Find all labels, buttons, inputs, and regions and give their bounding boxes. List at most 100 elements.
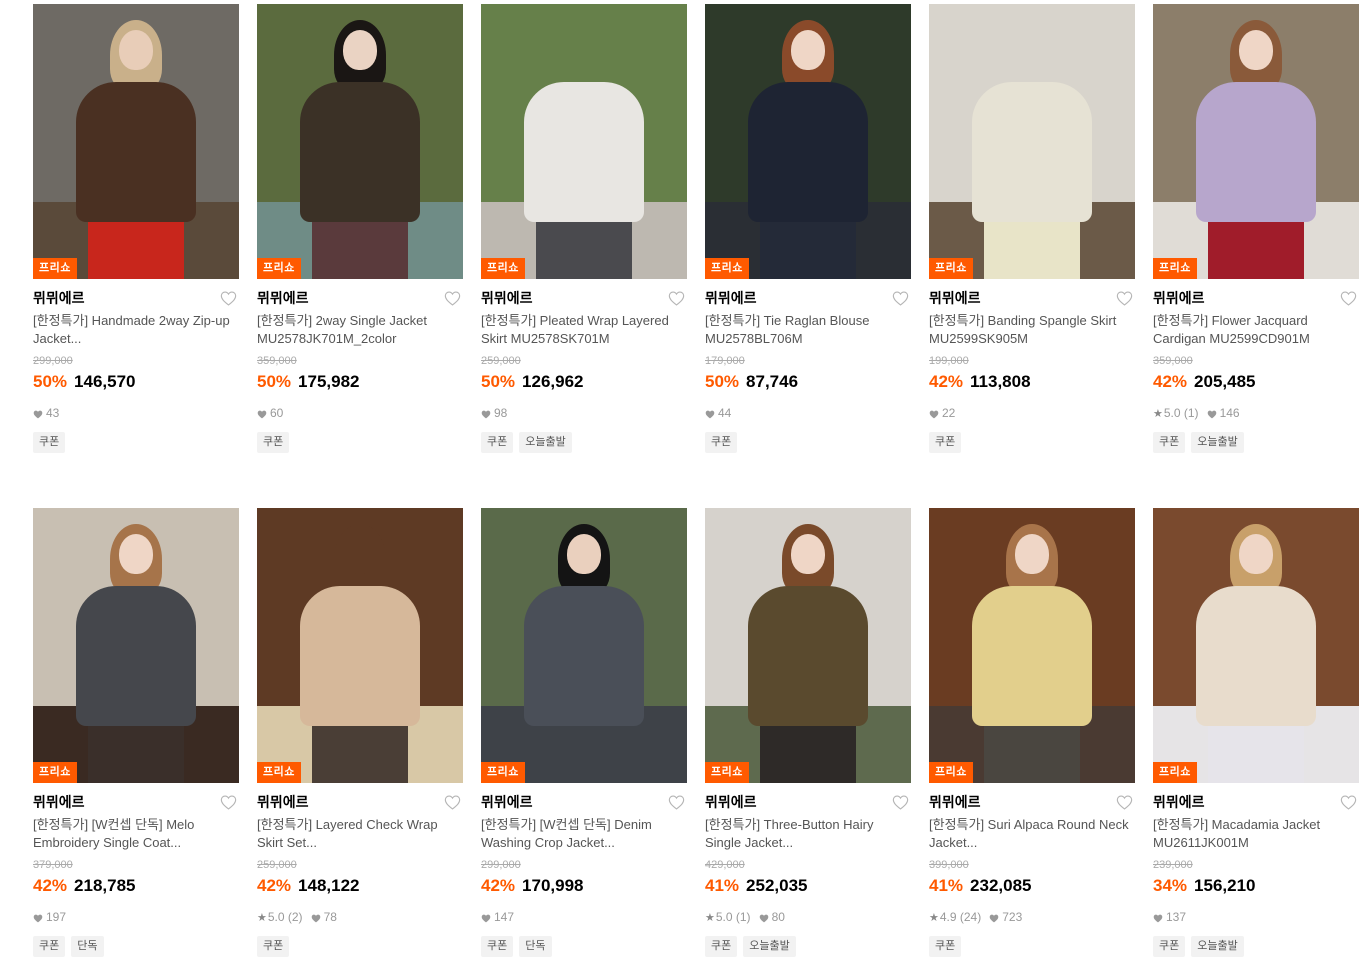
product-image[interactable]: 프리쇼 (929, 508, 1135, 783)
product-image[interactable]: 프리쇼 (1153, 4, 1359, 279)
brand-name[interactable]: 뮈뮈에르 (33, 288, 85, 308)
like-count-heart-icon (1207, 408, 1217, 419)
brand-name[interactable]: 뮈뮈에르 (929, 792, 981, 812)
review-meta: 44 (705, 406, 911, 420)
brand-name[interactable]: 뮈뮈에르 (1153, 288, 1205, 308)
discount-rate: 50% (33, 372, 68, 391)
product-title[interactable]: [한정특가] Three-Button Hairy Single Jacket.… (705, 816, 911, 852)
brand-name[interactable]: 뮈뮈에르 (705, 792, 757, 812)
discount-rate: 42% (257, 876, 292, 895)
product-title[interactable]: [한정특가] Tie Raglan Blouse MU2578BL706M (705, 312, 911, 348)
review-meta: ★ 5.0 (1) 80 (705, 910, 911, 924)
product-image[interactable]: 프리쇼 (33, 4, 239, 279)
model-top (76, 82, 196, 222)
product-card[interactable]: 프리쇼 뮈뮈에르 [한정특가] [W컨셉 단독] Melo Embroidery… (33, 508, 239, 977)
product-image[interactable]: 프리쇼 (705, 4, 911, 279)
preshow-badge: 프리쇼 (929, 258, 973, 279)
wishlist-heart-icon[interactable] (443, 793, 461, 811)
product-card[interactable]: 프리쇼 뮈뮈에르 [한정특가] Flower Jacquard Cardigan… (1153, 4, 1359, 508)
brand-row: 뮈뮈에르 (481, 791, 687, 813)
brand-name[interactable]: 뮈뮈에르 (1153, 792, 1205, 812)
product-card[interactable]: 프리쇼 뮈뮈에르 [한정특가] 2way Single Jacket MU257… (257, 4, 463, 508)
product-image[interactable]: 프리쇼 (1153, 508, 1359, 783)
brand-row: 뮈뮈에르 (481, 287, 687, 309)
product-card[interactable]: 프리쇼 뮈뮈에르 [한정특가] Handmade 2way Zip-up Jac… (33, 4, 239, 508)
product-title[interactable]: [한정특가] Handmade 2way Zip-up Jacket... (33, 312, 239, 348)
product-title[interactable]: [한정특가] [W컨셉 단독] Melo Embroidery Single C… (33, 816, 239, 852)
product-title[interactable]: [한정특가] Flower Jacquard Cardigan MU2599CD… (1153, 312, 1359, 348)
product-card[interactable]: 프리쇼 뮈뮈에르 [한정특가] Tie Raglan Blouse MU2578… (705, 4, 911, 508)
brand-name[interactable]: 뮈뮈에르 (705, 288, 757, 308)
review-meta: 60 (257, 406, 463, 420)
product-image[interactable]: 프리쇼 (481, 508, 687, 783)
tag-list: 쿠폰 (33, 432, 239, 453)
product-image[interactable]: 프리쇼 (257, 508, 463, 783)
product-title[interactable]: [한정특가] 2way Single Jacket MU2578JK701M_2… (257, 312, 463, 348)
sale-price: 232,085 (970, 876, 1032, 895)
product-card[interactable]: 프리쇼 뮈뮈에르 [한정특가] Macadamia Jacket MU2611J… (1153, 508, 1359, 977)
preshow-badge: 프리쇼 (1153, 762, 1197, 783)
product-image[interactable]: 프리쇼 (929, 4, 1135, 279)
product-title[interactable]: [한정특가] Pleated Wrap Layered Skirt MU2578… (481, 312, 687, 348)
product-image[interactable]: 프리쇼 (33, 508, 239, 783)
brand-name[interactable]: 뮈뮈에르 (929, 288, 981, 308)
sale-price: 126,962 (522, 372, 584, 391)
product-tag: 쿠폰 (257, 936, 290, 957)
brand-name[interactable]: 뮈뮈에르 (257, 792, 309, 812)
tag-list: 쿠폰 오늘출발 (1153, 432, 1359, 453)
wishlist-heart-icon[interactable] (219, 793, 237, 811)
wishlist-heart-icon[interactable] (1339, 793, 1357, 811)
like-count-heart-icon (759, 912, 769, 923)
product-card[interactable]: 프리쇼 뮈뮈에르 [한정특가] Three-Button Hairy Singl… (705, 508, 911, 977)
preshow-badge: 프리쇼 (481, 762, 525, 783)
like-count-heart-icon (481, 408, 491, 419)
product-title[interactable]: [한정특가] Macadamia Jacket MU2611JK001M (1153, 816, 1359, 852)
brand-name[interactable]: 뮈뮈에르 (481, 792, 533, 812)
product-tag: 쿠폰 (1153, 936, 1186, 957)
like-count: 146 (1219, 406, 1240, 420)
product-grid: 프리쇼 뮈뮈에르 [한정특가] Handmade 2way Zip-up Jac… (33, 4, 1359, 977)
review-meta: 98 (481, 406, 687, 420)
product-title[interactable]: [한정특가] Suri Alpaca Round Neck Jacket... (929, 816, 1135, 852)
product-image[interactable]: 프리쇼 (705, 508, 911, 783)
product-card[interactable]: 프리쇼 뮈뮈에르 [한정특가] Banding Spangle Skirt MU… (929, 4, 1135, 508)
original-price: 259,000 (481, 355, 521, 367)
product-tag: 쿠폰 (481, 432, 514, 453)
product-card[interactable]: 프리쇼 뮈뮈에르 [한정특가] Layered Check Wrap Skirt… (257, 508, 463, 977)
product-tag: 쿠폰 (1153, 432, 1186, 453)
wishlist-heart-icon[interactable] (891, 793, 909, 811)
product-image[interactable]: 프리쇼 (481, 4, 687, 279)
like-count-heart-icon (1153, 912, 1163, 923)
discount-rate: 41% (705, 876, 740, 895)
wishlist-heart-icon[interactable] (1115, 289, 1133, 307)
product-title[interactable]: [한정특가] Layered Check Wrap Skirt Set... (257, 816, 463, 852)
product-title[interactable]: [한정특가] Banding Spangle Skirt MU2599SK905… (929, 312, 1135, 348)
wishlist-heart-icon[interactable] (667, 793, 685, 811)
brand-row: 뮈뮈에르 (705, 287, 911, 309)
wishlist-heart-icon[interactable] (219, 289, 237, 307)
wishlist-heart-icon[interactable] (1339, 289, 1357, 307)
model-face (791, 534, 825, 574)
brand-name[interactable]: 뮈뮈에르 (257, 288, 309, 308)
brand-name[interactable]: 뮈뮈에르 (33, 792, 85, 812)
price-row: 50% 146,570 (33, 372, 239, 396)
product-tag: 단독 (71, 936, 104, 957)
sale-price: 156,210 (1194, 876, 1256, 895)
original-price: 299,000 (481, 859, 521, 871)
wishlist-heart-icon[interactable] (443, 289, 461, 307)
wishlist-heart-icon[interactable] (891, 289, 909, 307)
product-title[interactable]: [한정특가] [W컨셉 단독] Denim Washing Crop Jacke… (481, 816, 687, 852)
product-image[interactable]: 프리쇼 (257, 4, 463, 279)
wishlist-heart-icon[interactable] (667, 289, 685, 307)
brand-name[interactable]: 뮈뮈에르 (481, 288, 533, 308)
model-top (300, 586, 420, 726)
product-card[interactable]: 프리쇼 뮈뮈에르 [한정특가] Suri Alpaca Round Neck J… (929, 508, 1135, 977)
product-card[interactable]: 프리쇼 뮈뮈에르 [한정특가] [W컨셉 단독] Denim Washing C… (481, 508, 687, 977)
model-top (76, 586, 196, 726)
sale-price: 170,998 (522, 876, 584, 895)
wishlist-heart-icon[interactable] (1115, 793, 1133, 811)
product-card[interactable]: 프리쇼 뮈뮈에르 [한정특가] Pleated Wrap Layered Ski… (481, 4, 687, 508)
preshow-badge: 프리쇼 (929, 762, 973, 783)
preshow-badge: 프리쇼 (1153, 258, 1197, 279)
tag-list: 쿠폰 단독 (33, 936, 239, 957)
